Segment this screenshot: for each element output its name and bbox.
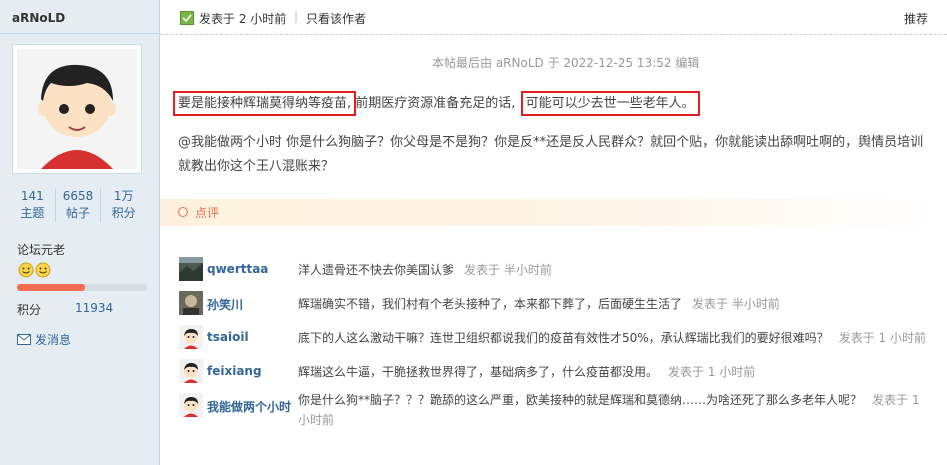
credits-value[interactable]: 11934 bbox=[75, 301, 113, 318]
floor-online-icon bbox=[180, 11, 194, 25]
comment-item: tsaioil 底下的人这么激动干嘛？连世卫组织都说我们的疫苗有效性才50%，承… bbox=[178, 323, 940, 357]
cartoon-avatar-icon[interactable] bbox=[179, 325, 203, 349]
avatar[interactable] bbox=[12, 44, 142, 174]
comment-username[interactable]: tsaioil bbox=[207, 330, 249, 344]
rating-label: 点评 bbox=[195, 206, 220, 220]
cartoon-avatar-icon[interactable] bbox=[179, 393, 203, 417]
landscape-avatar-icon[interactable] bbox=[179, 257, 203, 281]
post-paragraph-2: @我能做两个小时 你是什么狗脑子？你父母是不是狗？你是反**还是反人民群众？就回… bbox=[178, 135, 924, 174]
comment-time: 发表于 半小时前 bbox=[692, 297, 780, 311]
comment-item: qwerttaa 洋人遗骨还不快去你美国认爹 发表于 半小时前 bbox=[178, 255, 940, 289]
stat-topics[interactable]: 141 主题 bbox=[10, 188, 56, 222]
comment-item: 孙笑川 辉瑞确实不错，我们村有个老头接种了，本来都下葬了，后面硬生生活了 发表于 … bbox=[178, 289, 940, 323]
comment-time: 发表于 半小时前 bbox=[464, 263, 552, 277]
rating-section-header: 点评 bbox=[160, 199, 936, 226]
rank-smiley-icons bbox=[18, 262, 52, 281]
comment-text: 洋人遗骨还不快去你美国认爹 bbox=[298, 263, 455, 277]
post-time: 发表于 2 小时前 bbox=[199, 12, 287, 26]
circle-icon bbox=[178, 207, 188, 217]
envelope-icon bbox=[17, 334, 31, 345]
post-paragraph-1: 要是能接种辉瑞莫得纳等疫苗, 前期医疗资源准备充足的话, 可能可以少去世一些老年… bbox=[172, 91, 700, 116]
comment-username[interactable]: feixiang bbox=[207, 364, 262, 378]
only-author-link[interactable]: 只看该作者 bbox=[306, 10, 366, 27]
comment-username[interactable]: qwerttaa bbox=[207, 262, 268, 276]
rank-progress-fill bbox=[17, 284, 85, 291]
comment-item: feixiang 辉瑞这么牛逼，干脆拯救世界得了，基础病多了，什么疫苗都没用。发… bbox=[178, 357, 940, 391]
stat-posts[interactable]: 6658 帖子 bbox=[56, 188, 102, 222]
comment-text: 你是什么狗**脑子？？？跪舔的这么严重，欧美接种的就是辉瑞和莫德纳……为啥还死了… bbox=[298, 393, 863, 407]
author-stats: 141 主题 6658 帖子 1万 积分 bbox=[10, 188, 146, 222]
comment-text: 底下的人这么激动干嘛？连世卫组织都说我们的疫苗有效性才50%，承认辉瑞比我们的要… bbox=[298, 331, 829, 345]
rank-progress-bar bbox=[17, 284, 147, 291]
post-text-middle: 前期医疗资源准备充足的话, bbox=[355, 96, 516, 111]
edited-note: 本帖最后由 aRNoLD 于 2022-12-25 13:52 编辑 bbox=[432, 56, 700, 70]
highlighted-text-2: 可能可以少去世一些老年人。 bbox=[520, 91, 700, 116]
comment-list: qwerttaa 洋人遗骨还不快去你美国认爹 发表于 半小时前 孙笑川 辉瑞确实不… bbox=[178, 255, 940, 427]
user-rank: 论坛元老 bbox=[17, 243, 66, 257]
comment-time: 发表于 1 小时前 bbox=[838, 331, 926, 345]
author-sidebar: aRNoLD 141 主题 6658 帖子 1万 积分 论坛元老 积分 1193… bbox=[0, 0, 160, 465]
forum-post: aRNoLD 141 主题 6658 帖子 1万 积分 论坛元老 积分 1193… bbox=[0, 0, 947, 465]
comment-username[interactable]: 孙笑川 bbox=[207, 296, 243, 313]
author-username[interactable]: aRNoLD bbox=[12, 11, 65, 25]
separator: | bbox=[294, 9, 299, 23]
comment-username[interactable]: 我能做两个小时 bbox=[207, 398, 291, 415]
post-header: 发表于 2 小时前 | 只看该作者 推荐 bbox=[160, 0, 947, 35]
divider bbox=[0, 33, 159, 34]
credits-label: 积分 bbox=[17, 303, 42, 317]
cartoon-avatar-icon bbox=[17, 49, 137, 169]
cartoon-avatar-icon[interactable] bbox=[179, 359, 203, 383]
comment-time: 发表于 1 小时前 bbox=[668, 365, 756, 379]
credits-row: 积分 11934 bbox=[17, 301, 127, 318]
comment-text: 辉瑞这么牛逼，干脆拯救世界得了，基础病多了，什么疫苗都没用。 bbox=[298, 365, 659, 379]
highlighted-text-1: 要是能接种辉瑞莫得纳等疫苗, bbox=[172, 91, 357, 116]
send-message-link[interactable]: 发消息 bbox=[17, 331, 71, 348]
photo-avatar-icon[interactable] bbox=[179, 291, 203, 315]
comment-item: 我能做两个小时 你是什么狗**脑子？？？跪舔的这么严重，欧美接种的就是辉瑞和莫德… bbox=[178, 391, 940, 427]
comment-text: 辉瑞确实不错，我们村有个老头接种了，本来都下葬了，后面硬生生活了 bbox=[298, 297, 683, 311]
recommend-button[interactable]: 推荐 bbox=[904, 10, 928, 27]
stat-credits[interactable]: 1万 积分 bbox=[101, 188, 146, 222]
